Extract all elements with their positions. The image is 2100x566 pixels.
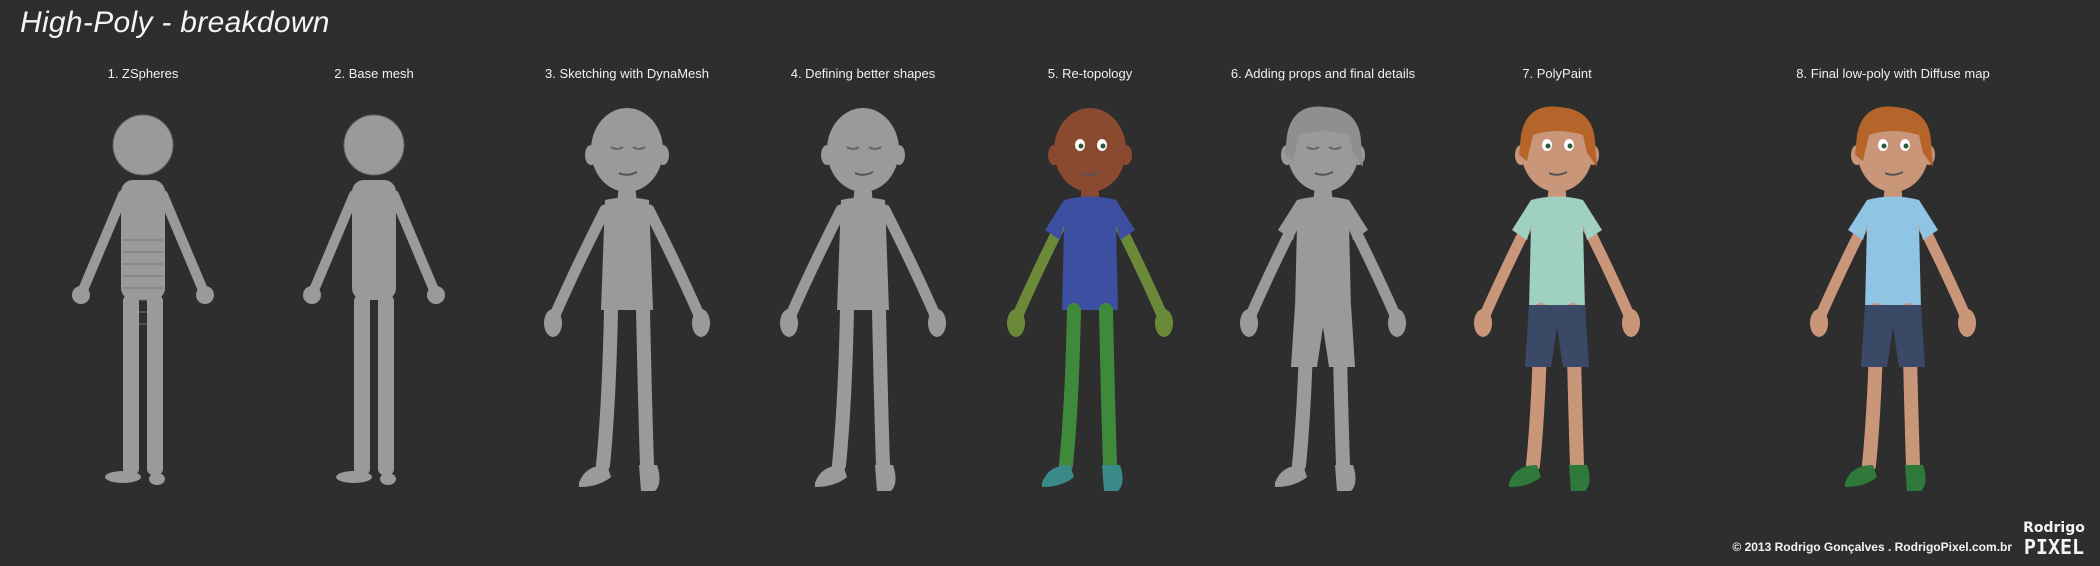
stage-label-2: 2. Base mesh	[334, 66, 414, 81]
character-render-4	[743, 95, 983, 515]
character-figure-svg	[1007, 108, 1173, 491]
character-render-3	[507, 95, 747, 515]
character-render-7	[1437, 95, 1677, 515]
character-figure-svg	[1474, 106, 1640, 491]
page-title: High-Poly - breakdown	[20, 6, 330, 39]
rodrigo-pixel-logo: Rodrigo PIXEL	[2020, 514, 2088, 558]
stage-label-4: 4. Defining better shapes	[790, 66, 936, 81]
character-figure-svg	[72, 114, 214, 485]
character-figure-svg	[1240, 106, 1406, 491]
stage-label-7: 7. PolyPaint	[1522, 66, 1592, 81]
character-render-5	[970, 95, 1210, 515]
stage-label-3: 3. Sketching with DynaMesh	[544, 66, 710, 81]
stage-label-6: 6. Adding props and final details	[1230, 66, 1416, 81]
character-render-8	[1773, 95, 2013, 515]
svg-text:PIXEL: PIXEL	[2024, 535, 2084, 558]
character-render-2	[254, 95, 494, 515]
stage-label-1: 1. ZSpheres	[107, 66, 179, 81]
character-figure-svg	[303, 114, 445, 485]
stage-label-8: 8. Final low-poly with Diffuse map	[1796, 66, 1990, 81]
character-figure-svg	[1810, 106, 1976, 491]
character-figure-svg	[544, 108, 710, 491]
stage-label-5: 5. Re-topology	[1047, 66, 1133, 81]
character-render-6	[1203, 95, 1443, 515]
character-figure-svg	[780, 108, 946, 491]
character-render-1	[23, 95, 263, 515]
copyright-text: © 2013 Rodrigo Gonçalves . RodrigoPixel.…	[1732, 540, 2012, 554]
svg-text:Rodrigo: Rodrigo	[2023, 520, 2085, 536]
